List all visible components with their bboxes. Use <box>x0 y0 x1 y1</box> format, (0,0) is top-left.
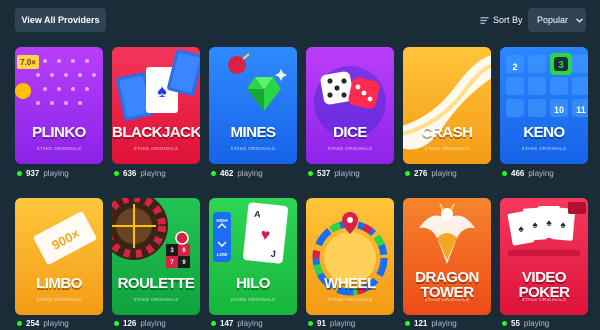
game-provider: STAKE ORIGINALS <box>424 146 470 151</box>
playing-count: 91 playing <box>308 318 355 328</box>
game-card-limbo[interactable]: 900× LIMBO STAKE ORIGINALS <box>15 198 103 315</box>
game-title: DRAGON TOWER <box>415 269 479 301</box>
playing-count: 254 playing <box>17 318 69 328</box>
game-card-keno[interactable]: 3 2 10 11 KENO STAKE ORIGINALS <box>500 47 588 164</box>
game-title: PLINKO <box>32 124 86 141</box>
playing-count: 121 playing <box>405 318 457 328</box>
game-provider: STAKE ORIGINALS <box>424 297 470 302</box>
view-all-providers-button[interactable]: View All Providers <box>15 8 106 32</box>
hilo-high-label: HIGH <box>216 218 227 223</box>
toolbar: View All Providers Sort By Popular <box>0 0 600 40</box>
game-title: KENO <box>523 124 565 141</box>
svg-text:♠: ♠ <box>532 220 538 231</box>
game-card-mines[interactable]: MINES STAKE ORIGINALS <box>209 47 297 164</box>
chip-icon <box>175 231 189 245</box>
keno-number: 2 <box>512 62 517 72</box>
game-card-dragon-tower[interactable]: DRAGON TOWER STAKE ORIGINALS <box>403 198 491 315</box>
svg-text:♠: ♠ <box>518 224 524 235</box>
keno-number: 3 <box>558 60 564 71</box>
spade-icon: ♠ <box>157 81 167 101</box>
keno-number: 11 <box>576 105 586 115</box>
game-title: HILO <box>236 275 270 292</box>
game-provider: STAKE ORIGINALS <box>36 146 82 151</box>
game-card-video-poker[interactable]: ♠ ♠ ♠ ♠ VIDEO POKER STAKE ORIGINALS <box>500 198 588 315</box>
game-card-roulette[interactable]: 3 6 7 9 ROULETTE STAKE ORIGINALS <box>112 198 200 315</box>
sort-by-text: Sort By <box>493 15 523 25</box>
sort-by-label: Sort By <box>480 13 523 27</box>
game-provider: STAKE ORIGINALS <box>133 146 179 151</box>
game-provider: STAKE ORIGINALS <box>230 146 276 151</box>
plinko-multiplier: 7.0× <box>20 58 36 67</box>
sort-icon <box>480 16 489 24</box>
game-provider: STAKE ORIGINALS <box>36 297 82 302</box>
game-card-blackjack[interactable]: ♠ BLACKJACK STAKE ORIGINALS <box>112 47 200 164</box>
game-provider: STAKE ORIGINALS <box>133 297 179 302</box>
svg-text:J: J <box>270 249 276 259</box>
game-card-wheel[interactable]: WHEEL STAKE ORIGINALS <box>306 198 394 315</box>
online-dot-icon <box>308 170 313 176</box>
playing-count: 462 playing <box>211 168 263 178</box>
sort-select[interactable]: Popular <box>528 8 586 32</box>
online-dot-icon <box>114 320 119 326</box>
playing-count: 537 playing <box>308 168 360 178</box>
game-title: ROULETTE <box>117 275 195 292</box>
online-dot-icon <box>17 170 22 176</box>
game-title: MINES <box>230 124 276 141</box>
game-provider: STAKE ORIGINALS <box>327 146 373 151</box>
sort-select-value: Popular <box>537 15 569 25</box>
playing-count: 937 playing <box>17 168 69 178</box>
game-card-plinko[interactable]: 7.0× PLINKO STAKE ORIGINALS <box>15 47 103 164</box>
plinko-ball <box>15 83 31 99</box>
svg-text:♠: ♠ <box>546 218 552 229</box>
svg-text:♠: ♠ <box>560 220 566 231</box>
game-title: WHEEL <box>324 275 376 292</box>
online-dot-icon <box>17 320 22 326</box>
online-dot-icon <box>405 170 410 176</box>
game-title: CRASH <box>421 124 473 141</box>
game-title: DICE <box>333 124 367 141</box>
game-card-crash[interactable]: CRASH STAKE ORIGINALS <box>403 47 491 164</box>
hilo-card: A J ♥ <box>242 202 289 264</box>
online-dot-icon <box>114 170 119 176</box>
playing-count: 466 playing <box>502 168 554 178</box>
playing-count: 276 playing <box>405 168 457 178</box>
playing-count: 55 playing <box>502 318 549 328</box>
keno-number: 10 <box>554 105 564 115</box>
playing-count: 636 playing <box>114 168 166 178</box>
online-dot-icon <box>308 320 313 326</box>
game-card-hilo[interactable]: HIGH LOW A J ♥ HILO STAKE ORIGINALS <box>209 198 297 315</box>
playing-count: 126 playing <box>114 318 166 328</box>
game-provider: STAKE ORIGINALS <box>230 297 276 302</box>
game-title: VIDEO POKER <box>518 269 570 301</box>
online-dot-icon <box>211 320 216 326</box>
game-card-dice[interactable]: DICE STAKE ORIGINALS <box>306 47 394 164</box>
playing-count: 147 playing <box>211 318 263 328</box>
online-dot-icon <box>405 320 410 326</box>
game-title: LIMBO <box>36 275 82 292</box>
game-title: BLACKJACK <box>112 124 200 141</box>
heart-icon: ♥ <box>260 227 271 245</box>
chevron-down-icon <box>576 18 583 23</box>
game-provider: STAKE ORIGINALS <box>521 297 567 302</box>
online-dot-icon <box>502 320 507 326</box>
game-provider: STAKE ORIGINALS <box>521 146 567 151</box>
game-provider: STAKE ORIGINALS <box>327 297 373 302</box>
hilo-low-label: LOW <box>217 252 228 257</box>
online-dot-icon <box>211 170 216 176</box>
online-dot-icon <box>502 170 507 176</box>
